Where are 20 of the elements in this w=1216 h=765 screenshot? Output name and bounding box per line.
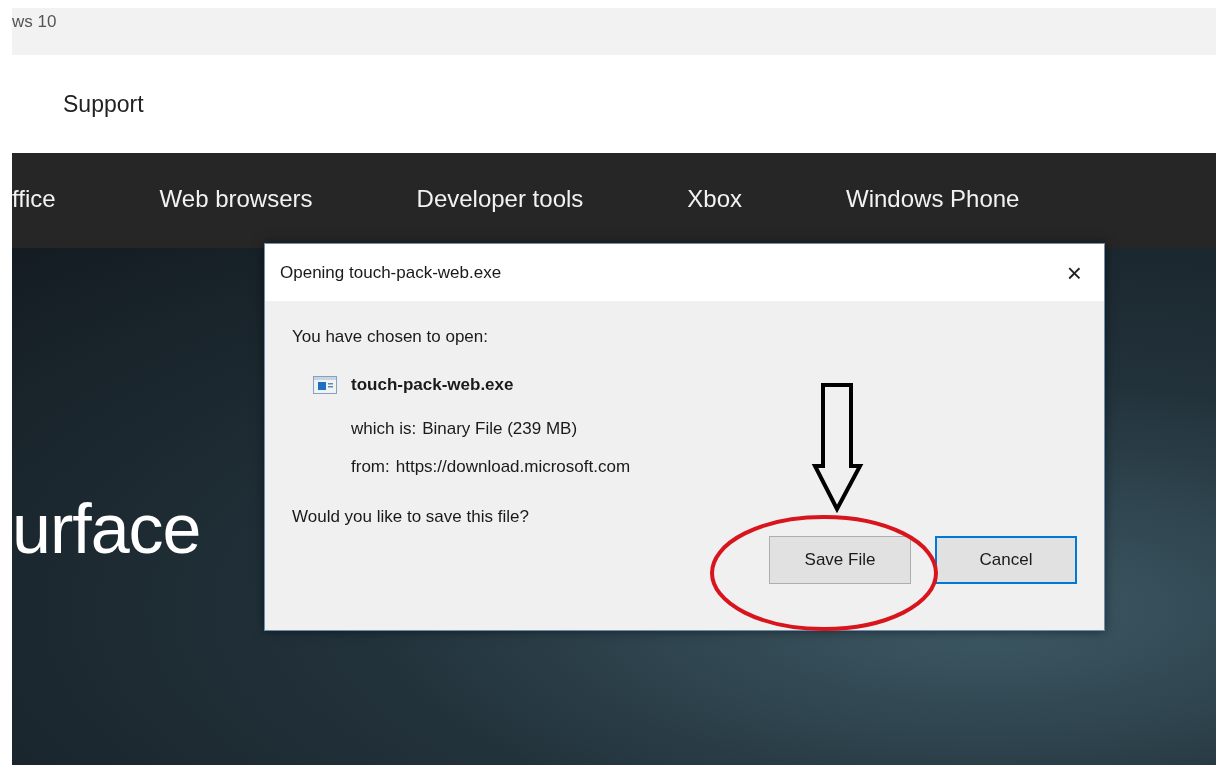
application-file-icon (313, 376, 337, 394)
nav-item[interactable]: Developer tools (416, 184, 584, 213)
detail-value: Binary File (239 MB) (422, 419, 578, 439)
detail-label: from: (351, 457, 390, 477)
detail-value: https://download.microsoft.com (395, 457, 631, 477)
support-link[interactable]: Support (63, 90, 144, 118)
nav-item[interactable]: Windows Phone (846, 184, 1020, 213)
save-question: Would you like to save this file? (292, 507, 530, 527)
nav-item[interactable]: Web browsers (159, 184, 313, 213)
detail-label: which is: (351, 419, 417, 439)
dialog-title: Opening touch-pack-web.exe (280, 262, 502, 283)
close-button[interactable]: × (1066, 259, 1082, 286)
cancel-button[interactable]: Cancel (935, 536, 1077, 584)
nav-item[interactable]: Xbox (687, 184, 742, 213)
intro-text: You have chosen to open: (292, 327, 489, 347)
hero-headline: urface (12, 488, 201, 569)
file-name: touch-pack-web.exe (351, 375, 514, 395)
save-file-button[interactable]: Save File (769, 536, 911, 584)
nav-item[interactable]: ffice (12, 184, 56, 213)
page-title: ws 10 (12, 12, 57, 32)
